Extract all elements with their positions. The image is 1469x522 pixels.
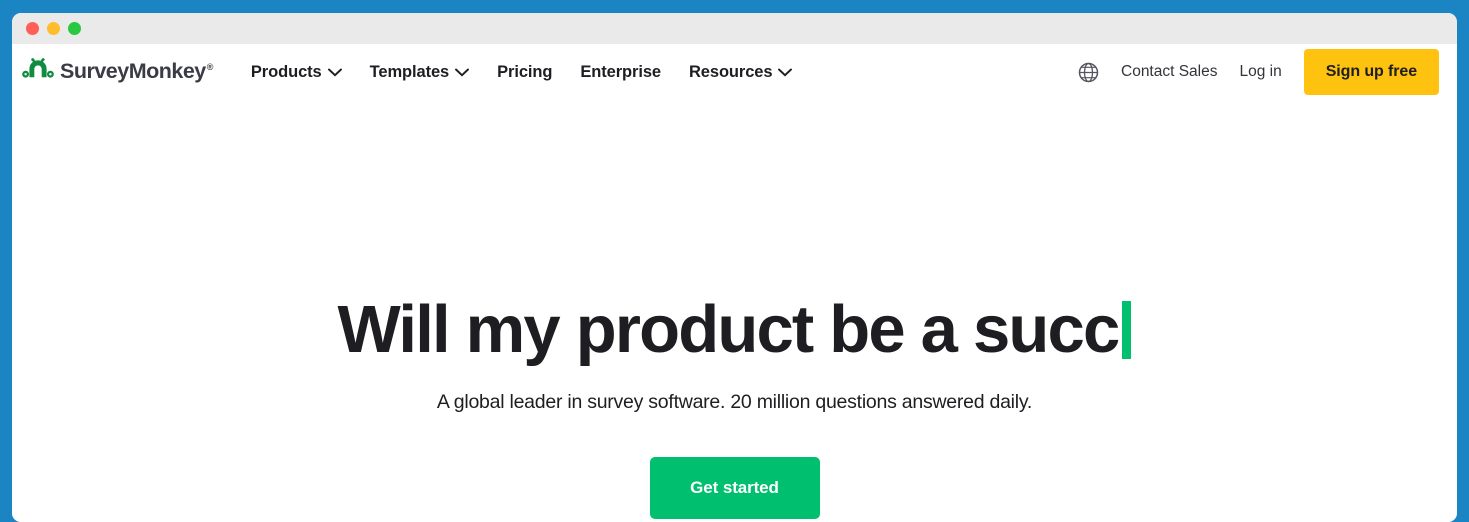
site-header: SurveyMonkey® Products Templates Pricing… (12, 44, 1457, 100)
header-actions: Contact Sales Log in Sign up free (1078, 49, 1439, 95)
nav-item-label: Products (250, 62, 322, 81)
nav-item-label: Pricing (497, 62, 553, 81)
sign-up-free-button[interactable]: Sign up free (1303, 49, 1439, 95)
typing-cursor (1122, 300, 1132, 359)
hero-headline: Will my product be a succ (12, 296, 1457, 363)
brand-name: SurveyMonkey® (60, 59, 214, 84)
minimize-window-button[interactable] (47, 22, 60, 35)
chevron-down-icon (455, 63, 470, 82)
get-started-button[interactable]: Get started (649, 457, 820, 519)
close-window-button[interactable] (26, 22, 39, 35)
globe-icon[interactable] (1078, 62, 1099, 83)
browser-window: SurveyMonkey® Products Templates Pricing… (12, 13, 1457, 522)
surveymonkey-logo-link[interactable]: SurveyMonkey® (22, 57, 213, 88)
chevron-down-icon (778, 63, 793, 82)
nav-item-products[interactable]: Products (251, 63, 342, 82)
hero-headline-text: Will my product be a succ (337, 292, 1121, 367)
nav-item-templates[interactable]: Templates (370, 63, 470, 82)
log-in-link[interactable]: Log in (1240, 63, 1282, 81)
primary-navigation: Products Templates Pricing Enterprise Re… (251, 63, 793, 82)
maximize-window-button[interactable] (68, 22, 81, 35)
page-content: SurveyMonkey® Products Templates Pricing… (12, 44, 1457, 522)
monkey-logo-icon (22, 57, 54, 88)
contact-sales-link[interactable]: Contact Sales (1121, 63, 1218, 81)
nav-item-enterprise[interactable]: Enterprise (580, 63, 661, 82)
hero-cta-container: Get started (12, 457, 1457, 519)
nav-item-label: Resources (688, 62, 773, 81)
hero-section: Will my product be a succ A global leade… (12, 100, 1457, 519)
window-titlebar (12, 13, 1457, 44)
nav-item-resources[interactable]: Resources (688, 62, 793, 82)
nav-item-label: Enterprise (580, 62, 661, 81)
registered-trademark-symbol: ® (206, 62, 214, 73)
hero-subtitle: A global leader in survey software. 20 m… (436, 391, 1033, 413)
chevron-down-icon (327, 63, 342, 82)
nav-item-label: Templates (369, 62, 450, 81)
nav-item-pricing[interactable]: Pricing (497, 63, 552, 82)
